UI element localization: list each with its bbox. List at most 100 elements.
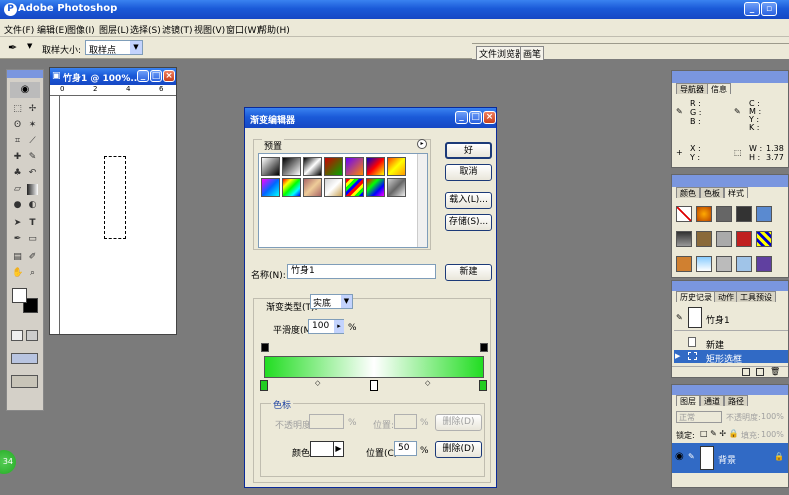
marquee-tool-icon[interactable]: ⬚ bbox=[12, 104, 23, 115]
name-field[interactable]: 竹身1 bbox=[287, 264, 436, 279]
app-restore-button[interactable]: ▫ bbox=[761, 2, 777, 16]
tab-tool-presets[interactable]: 工具预设 bbox=[736, 291, 776, 302]
style-swatch[interactable] bbox=[716, 206, 732, 222]
menu-view[interactable]: 视图(V) bbox=[194, 23, 225, 36]
color-stop-mid-icon[interactable] bbox=[370, 380, 378, 391]
preset-swatch[interactable] bbox=[324, 157, 343, 176]
style-swatch[interactable] bbox=[736, 206, 752, 222]
preset-swatch[interactable] bbox=[261, 178, 280, 197]
load-button[interactable]: 载入(L)... bbox=[445, 192, 492, 209]
document-minimize-button[interactable]: _ bbox=[137, 70, 149, 82]
tab-navigator[interactable]: 导航器 bbox=[676, 83, 708, 94]
tab-actions[interactable]: 动作 bbox=[714, 291, 738, 302]
fill-value[interactable]: 100% bbox=[761, 430, 784, 439]
color-field-arrow-icon[interactable]: ▶ bbox=[333, 442, 343, 456]
tab-channels[interactable]: 通道 bbox=[700, 395, 724, 406]
style-swatch[interactable] bbox=[756, 256, 772, 272]
ok-button[interactable]: 好 bbox=[445, 142, 492, 159]
save-button[interactable]: 存储(S)... bbox=[445, 214, 492, 231]
presets-scrollbar[interactable] bbox=[417, 154, 427, 247]
layers-palette-title[interactable] bbox=[672, 385, 788, 395]
magic-wand-icon[interactable]: ✶ bbox=[27, 120, 38, 131]
jump-to-imageready-icon[interactable] bbox=[11, 375, 38, 388]
preset-swatch[interactable] bbox=[282, 157, 301, 176]
color-stop-right-icon[interactable] bbox=[479, 380, 487, 391]
style-swatch[interactable] bbox=[696, 231, 712, 247]
tab-paths[interactable]: 路径 bbox=[724, 395, 748, 406]
menu-image[interactable]: 图像(I) bbox=[67, 23, 95, 36]
preset-swatch[interactable] bbox=[366, 157, 385, 176]
standard-mode-icon[interactable] bbox=[26, 330, 38, 341]
style-swatch[interactable] bbox=[756, 206, 772, 222]
style-swatch[interactable] bbox=[716, 256, 732, 272]
preset-swatch[interactable] bbox=[366, 178, 385, 197]
history-brush-icon[interactable]: ↶ bbox=[27, 168, 38, 179]
style-swatch[interactable] bbox=[696, 206, 712, 222]
dialog-minimize-button[interactable]: _ bbox=[455, 111, 468, 124]
midpoint-diamond-icon[interactable]: ◇ bbox=[425, 379, 430, 387]
tab-layers[interactable]: 图层 bbox=[676, 395, 700, 406]
move-tool-icon[interactable]: ✢ bbox=[27, 104, 38, 115]
menu-window[interactable]: 窗口(W) bbox=[226, 23, 260, 36]
app-minimize-button[interactable]: _ bbox=[744, 2, 760, 16]
eyedropper-icon[interactable]: ✒ bbox=[8, 41, 17, 54]
gradient-bar[interactable] bbox=[264, 356, 484, 378]
style-swatch[interactable] bbox=[676, 206, 692, 222]
style-swatch[interactable] bbox=[676, 231, 692, 247]
document-maximize-button[interactable]: □ bbox=[150, 70, 162, 82]
preset-swatch[interactable] bbox=[387, 178, 406, 197]
menu-edit[interactable]: 编辑(E) bbox=[37, 23, 68, 36]
history-brush-icon[interactable]: ✎ bbox=[676, 313, 683, 322]
preset-swatch[interactable] bbox=[261, 157, 280, 176]
menu-layer[interactable]: 图层(L) bbox=[99, 23, 129, 36]
blur-tool-icon[interactable]: ● bbox=[12, 200, 23, 211]
dialog-title-bar[interactable]: 渐变编辑器 _ □ × bbox=[245, 108, 496, 128]
dialog-maximize-button[interactable]: □ bbox=[469, 111, 482, 124]
tool-preset-dropdown-icon[interactable]: ▼ bbox=[27, 42, 32, 50]
presets-menu-icon[interactable]: ▸ bbox=[417, 139, 427, 149]
healing-brush-icon[interactable]: ✚ bbox=[12, 152, 23, 163]
layer-opacity-value[interactable]: 100% bbox=[761, 412, 784, 421]
opacity-stop-right-icon[interactable] bbox=[480, 343, 488, 352]
adobe-online-icon[interactable]: ◉ bbox=[10, 82, 40, 98]
tab-swatches[interactable]: 色板 bbox=[700, 187, 724, 198]
screen-mode-icon[interactable] bbox=[11, 353, 38, 364]
color-location-field[interactable]: 50 bbox=[394, 441, 417, 456]
opacity-stop-left-icon[interactable] bbox=[261, 343, 269, 352]
foreground-color-swatch[interactable] bbox=[12, 288, 27, 303]
type-tool-icon[interactable]: T bbox=[27, 218, 38, 229]
eye-icon[interactable]: ◉ bbox=[675, 451, 684, 462]
preset-swatch[interactable] bbox=[345, 178, 364, 197]
zoom-tool-icon[interactable]: ⌕ bbox=[27, 268, 38, 279]
lasso-tool-icon[interactable]: ʘ bbox=[12, 120, 23, 131]
tab-styles[interactable]: 样式 bbox=[724, 187, 748, 198]
style-swatch[interactable] bbox=[676, 256, 692, 272]
cancel-button[interactable]: 取消 bbox=[445, 164, 492, 181]
path-select-icon[interactable]: ➤ bbox=[12, 218, 23, 229]
brush-icon[interactable]: ✎ bbox=[688, 452, 695, 461]
new-button[interactable]: 新建 bbox=[445, 264, 492, 281]
preset-swatch[interactable] bbox=[324, 178, 343, 197]
menu-filter[interactable]: 滤镜(T) bbox=[162, 23, 193, 36]
tab-brushes[interactable]: 画笔 bbox=[520, 46, 545, 60]
layer-row-selected[interactable]: ◉ ✎ 背景 🔒 bbox=[672, 443, 788, 473]
document-close-button[interactable]: × bbox=[163, 70, 175, 82]
lock-icons[interactable]: □ ✎ ✢ 🔒 bbox=[700, 429, 739, 438]
taskbar-badge[interactable]: 34 bbox=[0, 450, 16, 474]
blend-mode-select[interactable]: 正常 bbox=[676, 411, 722, 423]
preset-swatch[interactable] bbox=[345, 157, 364, 176]
tab-history[interactable]: 历史记录 bbox=[676, 291, 716, 302]
color-field[interactable]: ▶ bbox=[310, 441, 344, 457]
notes-tool-icon[interactable]: ▤ bbox=[12, 252, 23, 263]
history-snapshot[interactable]: ✎ 竹身1 bbox=[674, 305, 788, 331]
style-swatch[interactable] bbox=[736, 231, 752, 247]
color-delete-button[interactable]: 删除(D) bbox=[435, 441, 482, 458]
tab-color[interactable]: 颜色 bbox=[676, 187, 700, 198]
preset-swatch[interactable] bbox=[282, 178, 301, 197]
history-palette-title[interactable] bbox=[672, 281, 788, 291]
eraser-tool-icon[interactable]: ▱ bbox=[12, 184, 23, 195]
pen-tool-icon[interactable]: ✒ bbox=[12, 234, 23, 245]
preset-swatch[interactable] bbox=[387, 157, 406, 176]
preset-swatch[interactable] bbox=[303, 178, 322, 197]
style-swatch[interactable] bbox=[696, 256, 712, 272]
